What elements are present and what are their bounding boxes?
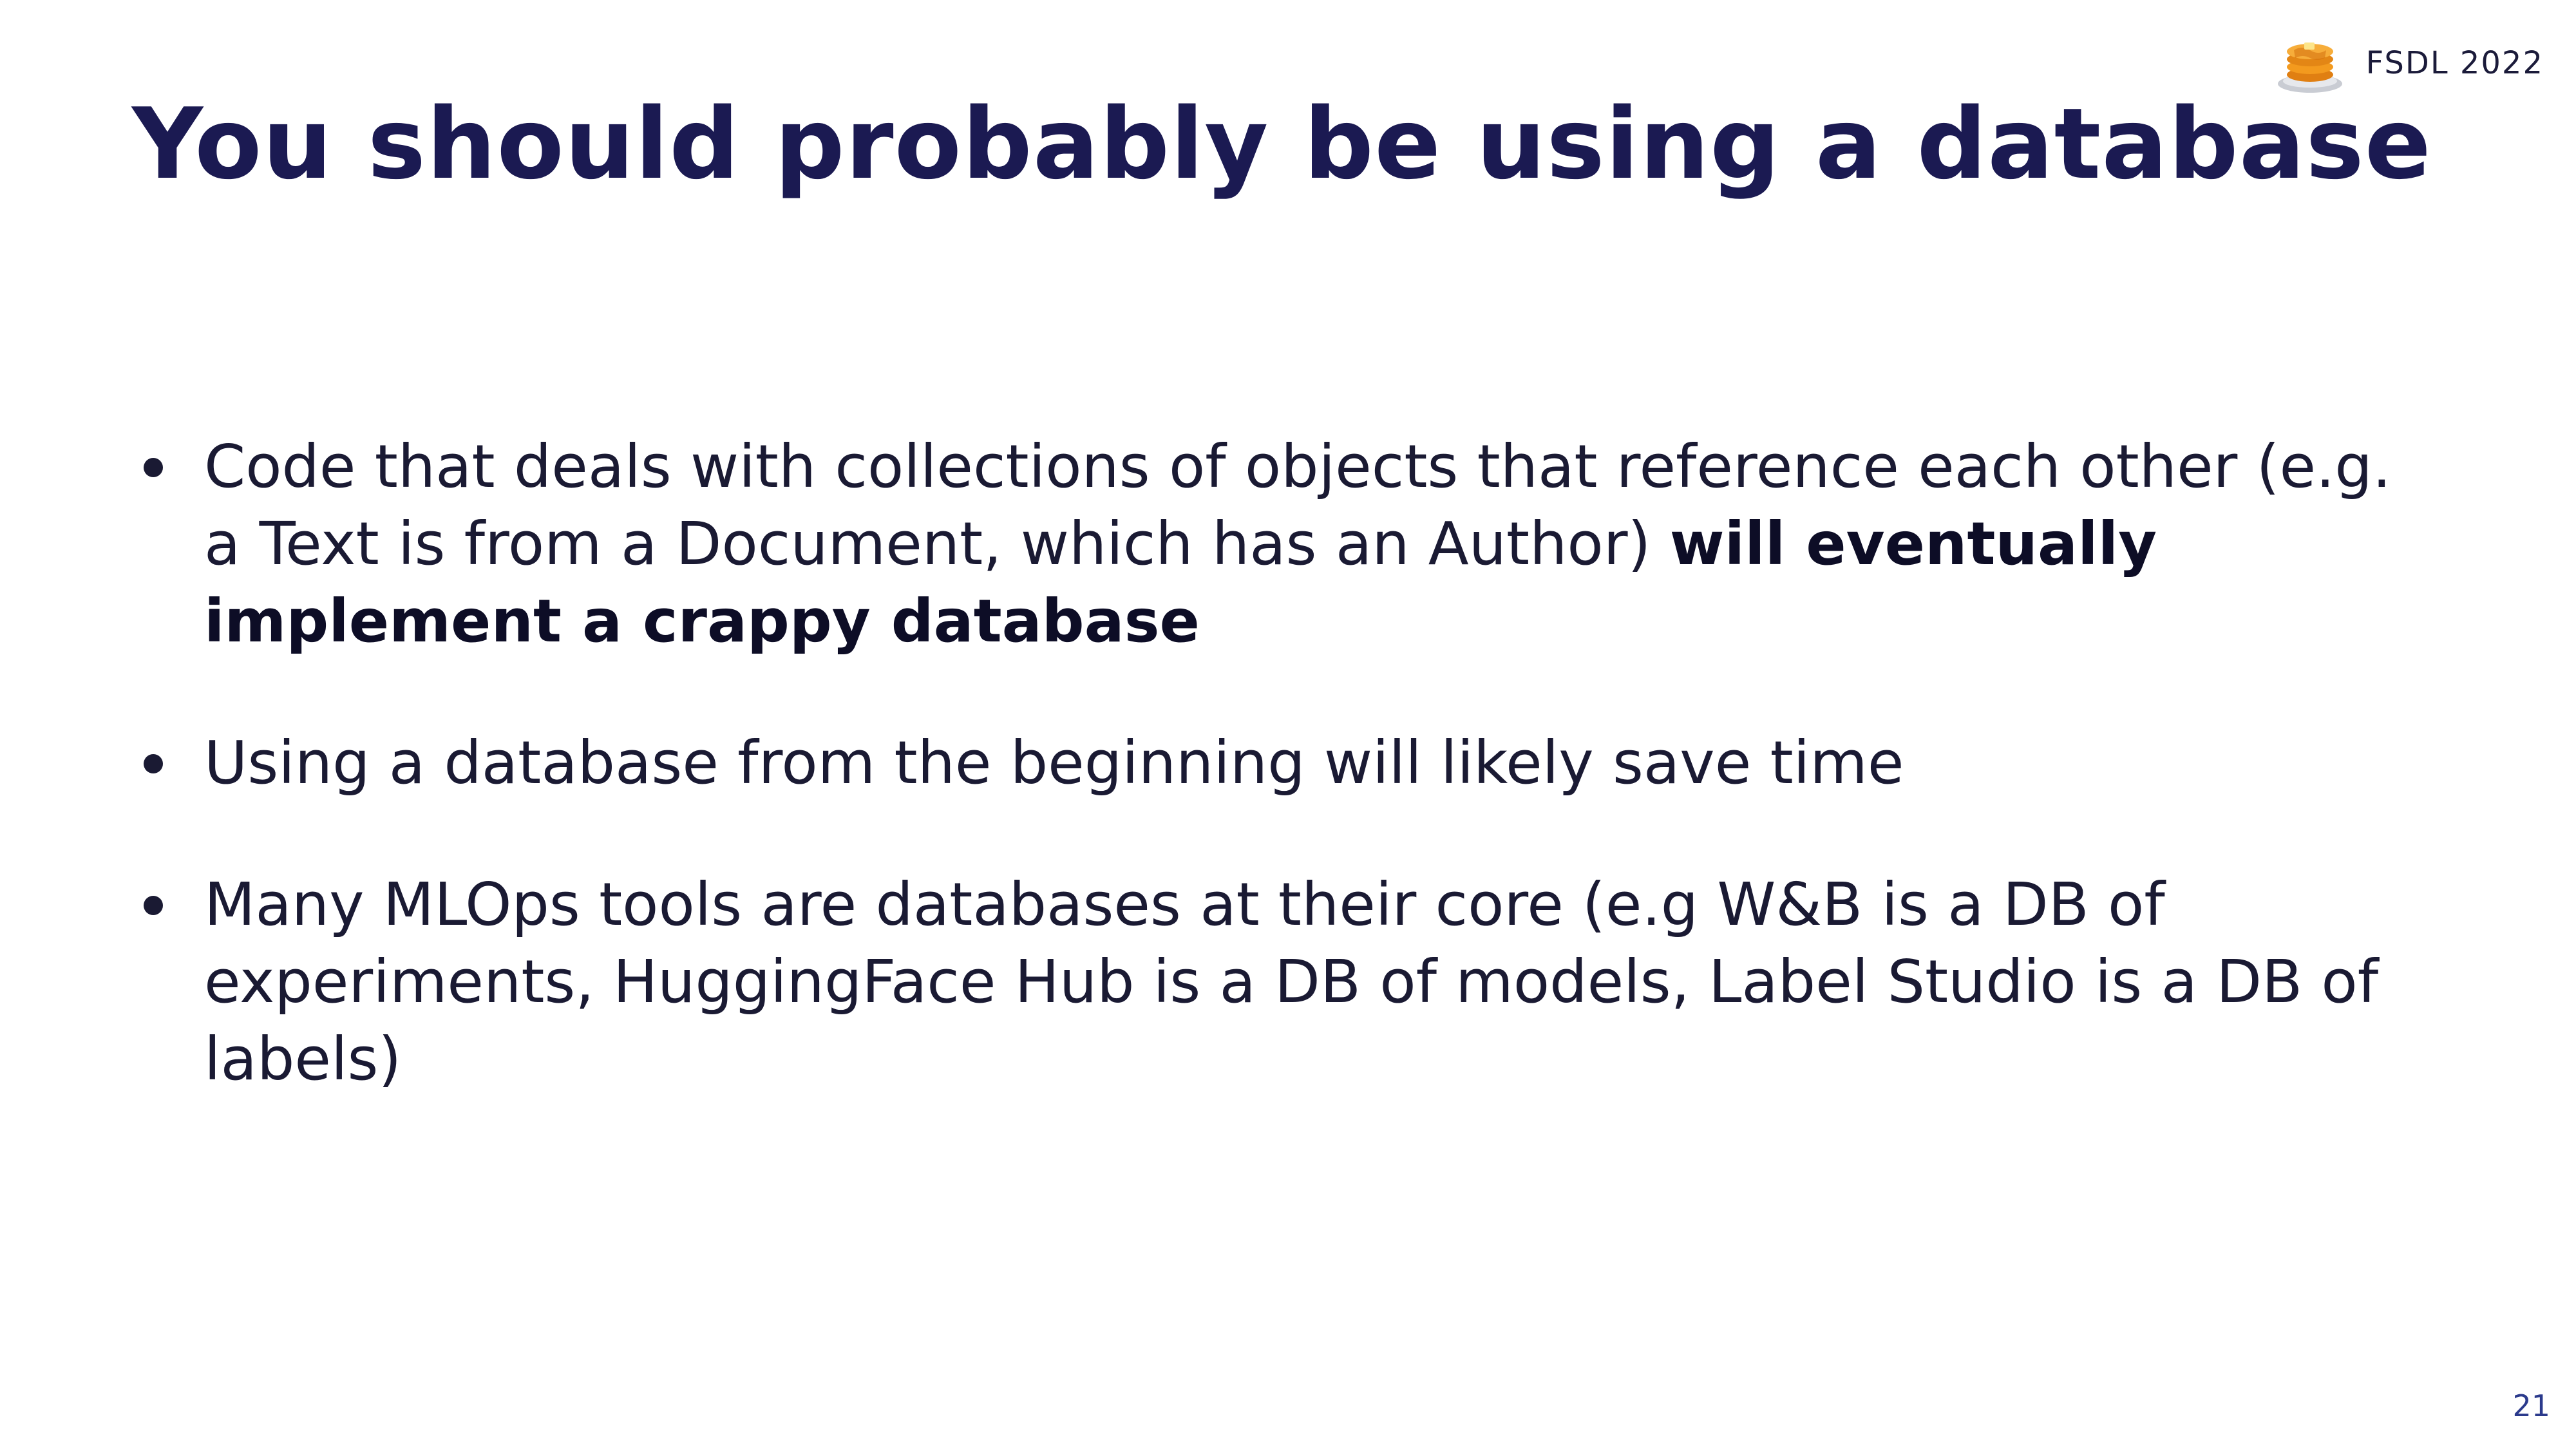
pancake-stack-icon xyxy=(2277,43,2342,93)
brand-label: FSDL 2022 xyxy=(2365,45,2544,81)
brand-header: FSDL 2022 xyxy=(2275,31,2544,95)
bullet-text: Many MLOps tools are databases at their … xyxy=(204,870,2379,1094)
bullet-text: Code that deals with collections of obje… xyxy=(204,432,2391,656)
page-number: 21 xyxy=(2512,1388,2550,1423)
bullet-text: Using a database from the beginning will… xyxy=(204,728,1904,797)
bullet-dot-icon xyxy=(144,896,163,915)
bullet-list: Code that deals with collections of obje… xyxy=(132,428,2418,1098)
bullet-item: Code that deals with collections of obje… xyxy=(132,428,2418,660)
bullet-item: Using a database from the beginning will… xyxy=(132,724,2418,802)
bullet-dot-icon xyxy=(144,458,163,477)
bullet-dot-icon xyxy=(144,754,163,773)
bullet-item: Many MLOps tools are databases at their … xyxy=(132,866,2418,1098)
slide-title: You should probably be using a database xyxy=(132,87,2432,201)
